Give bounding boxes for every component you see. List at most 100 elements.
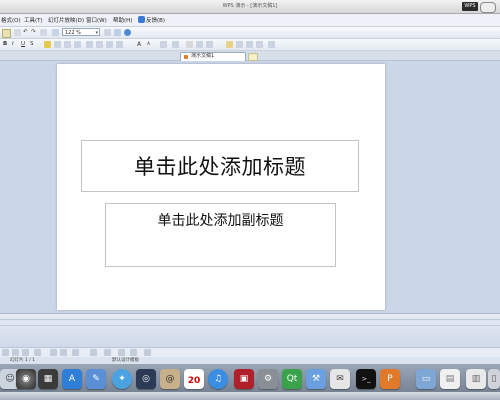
applications-folder-icon[interactable]: ▭: [416, 369, 436, 389]
title-bar: WPS 演示 - [演示文稿1] WPS: [0, 0, 500, 14]
dock: ☺ ◉ ▦ A ✎ ✦ ◎ @ 20 ♫ ▣ ⚙ Qt ⚒ ✉ >_ P ▭ ▤…: [0, 364, 500, 400]
help-icon[interactable]: [124, 29, 131, 36]
preview-icon[interactable]: ✎: [86, 369, 106, 389]
xcode-icon[interactable]: ⚒: [306, 369, 326, 389]
menu-slideshow[interactable]: 幻灯片放映(D): [48, 16, 84, 24]
title-placeholder[interactable]: 单击此处添加标题: [81, 140, 359, 192]
menu-feedback[interactable]: 反馈(B): [146, 16, 165, 24]
paragraph-icon[interactable]: [186, 41, 193, 48]
format-painter-icon[interactable]: [14, 29, 21, 36]
menu-window[interactable]: 窗口(W): [86, 16, 107, 24]
oval-icon[interactable]: [60, 349, 67, 356]
dashboard-icon[interactable]: ◉: [16, 369, 36, 389]
align-right-icon[interactable]: [64, 41, 71, 48]
justify-icon[interactable]: [74, 41, 81, 48]
terminal-icon[interactable]: >_: [356, 369, 376, 389]
arrange-icon[interactable]: [196, 41, 203, 48]
layout-icon[interactable]: [40, 29, 47, 36]
zoom-select[interactable]: 122 % ▾: [62, 28, 100, 36]
font-color-icon[interactable]: [104, 349, 111, 356]
decrease-indent-icon[interactable]: [106, 41, 113, 48]
line-color-icon[interactable]: [90, 349, 97, 356]
feedback-icon: [138, 16, 145, 23]
line-icon[interactable]: [22, 349, 29, 356]
standard-toolbar: ↶ ↷ 122 % ▾: [0, 27, 500, 39]
fit-window-icon[interactable]: [104, 29, 111, 36]
zoom-icon[interactable]: [114, 29, 121, 36]
numbering-icon[interactable]: [86, 41, 93, 48]
status-bar: 幻灯片 1 / 1 默认设计模板: [0, 357, 500, 364]
arrow-icon[interactable]: [34, 349, 41, 356]
align-left-icon[interactable]: [44, 41, 51, 48]
font-grow-button[interactable]: A: [137, 41, 141, 48]
qt-creator-icon[interactable]: Qt: [282, 369, 302, 389]
photo-booth-icon[interactable]: ▣: [234, 369, 254, 389]
menu-tools[interactable]: 工具(T): [24, 16, 43, 24]
line-style-icon[interactable]: [118, 349, 125, 356]
text-box-icon[interactable]: [172, 41, 179, 48]
formatting-toolbar: B I U S A A: [0, 39, 500, 51]
file-stack-icon[interactable]: ▥: [466, 369, 486, 389]
more-options-icon[interactable]: [268, 41, 275, 48]
align-center-icon[interactable]: [54, 41, 61, 48]
shadow-button[interactable]: S: [30, 41, 34, 47]
paste-icon[interactable]: [2, 29, 11, 38]
contacts-icon[interactable]: @: [160, 369, 180, 389]
slide-layout-icon[interactable]: [236, 41, 243, 48]
slide-workspace: 单击此处添加标题 单击此处添加副标题: [0, 61, 500, 313]
select-objects-icon[interactable]: [12, 349, 19, 356]
textedit-icon[interactable]: ✉: [330, 369, 350, 389]
design-icon[interactable]: [246, 41, 253, 48]
tab-label: 演示文稿1: [191, 53, 215, 59]
align-objects-icon[interactable]: [206, 41, 213, 48]
pane-splitter[interactable]: [0, 319, 500, 326]
presentation-file-icon: [184, 55, 188, 59]
chevron-down-icon: ▾: [95, 30, 98, 36]
app-store-icon[interactable]: A: [62, 369, 82, 389]
color-scheme-icon[interactable]: [256, 41, 263, 48]
document-tab-strip: 演示文稿1: [0, 51, 500, 61]
new-document-button[interactable]: [248, 53, 258, 61]
3d-style-icon[interactable]: [144, 349, 151, 356]
slide-counter: 幻灯片 1 / 1: [10, 358, 36, 363]
window-toolbar-toggle-button[interactable]: [480, 2, 496, 13]
menu-format[interactable]: 格式(O): [1, 16, 21, 24]
redo-icon[interactable]: ↷: [31, 29, 36, 35]
document-icon[interactable]: ▤: [440, 369, 460, 389]
facetime-icon[interactable]: ◎: [136, 369, 156, 389]
line-spacing-icon[interactable]: [160, 41, 167, 48]
trash-icon[interactable]: ▯: [488, 369, 500, 389]
view-icon[interactable]: [52, 29, 59, 36]
itunes-icon[interactable]: ♫: [208, 369, 228, 389]
safari-icon[interactable]: ✦: [112, 369, 132, 389]
wps-badge[interactable]: WPS: [462, 2, 478, 11]
subtitle-placeholder[interactable]: 单击此处添加副标题: [105, 203, 336, 267]
wps-presentation-window: WPS 演示 - [演示文稿1] WPS 格式(O) 工具(T) 幻灯片放映(D…: [0, 0, 500, 400]
draw-icon[interactable]: [2, 349, 9, 356]
rectangle-icon[interactable]: [50, 349, 57, 356]
undo-icon[interactable]: ↶: [23, 29, 28, 35]
shadow-style-icon[interactable]: [130, 349, 137, 356]
tab-document-1[interactable]: 演示文稿1: [180, 52, 246, 61]
menu-bar: 格式(O) 工具(T) 幻灯片放映(D) 窗口(W) 帮助(H) 反馈(B): [0, 14, 500, 27]
expose-icon[interactable]: ▦: [38, 369, 58, 389]
notes-pane[interactable]: [0, 313, 500, 348]
italic-button[interactable]: I: [12, 41, 14, 47]
system-preferences-icon[interactable]: ⚙: [258, 369, 278, 389]
wps-presentation-icon[interactable]: P: [380, 369, 400, 389]
zoom-value: 122 %: [65, 30, 81, 36]
new-slide-icon[interactable]: [226, 41, 233, 48]
design-template-name: 默认设计模板: [112, 358, 139, 363]
increase-indent-icon[interactable]: [116, 41, 123, 48]
menu-help[interactable]: 帮助(H): [113, 16, 132, 24]
bullets-icon[interactable]: [96, 41, 103, 48]
window-title: WPS 演示 - [演示文稿1]: [222, 3, 278, 9]
underline-button[interactable]: U: [21, 41, 25, 47]
calendar-icon[interactable]: 20: [184, 369, 204, 389]
slide-canvas[interactable]: 单击此处添加标题 单击此处添加副标题: [57, 64, 385, 310]
drawing-toolbar: [0, 347, 500, 357]
font-shrink-button[interactable]: A: [147, 42, 150, 47]
dock-shelf: [0, 392, 500, 400]
bold-button[interactable]: B: [3, 41, 7, 47]
fill-color-icon[interactable]: [72, 349, 79, 356]
